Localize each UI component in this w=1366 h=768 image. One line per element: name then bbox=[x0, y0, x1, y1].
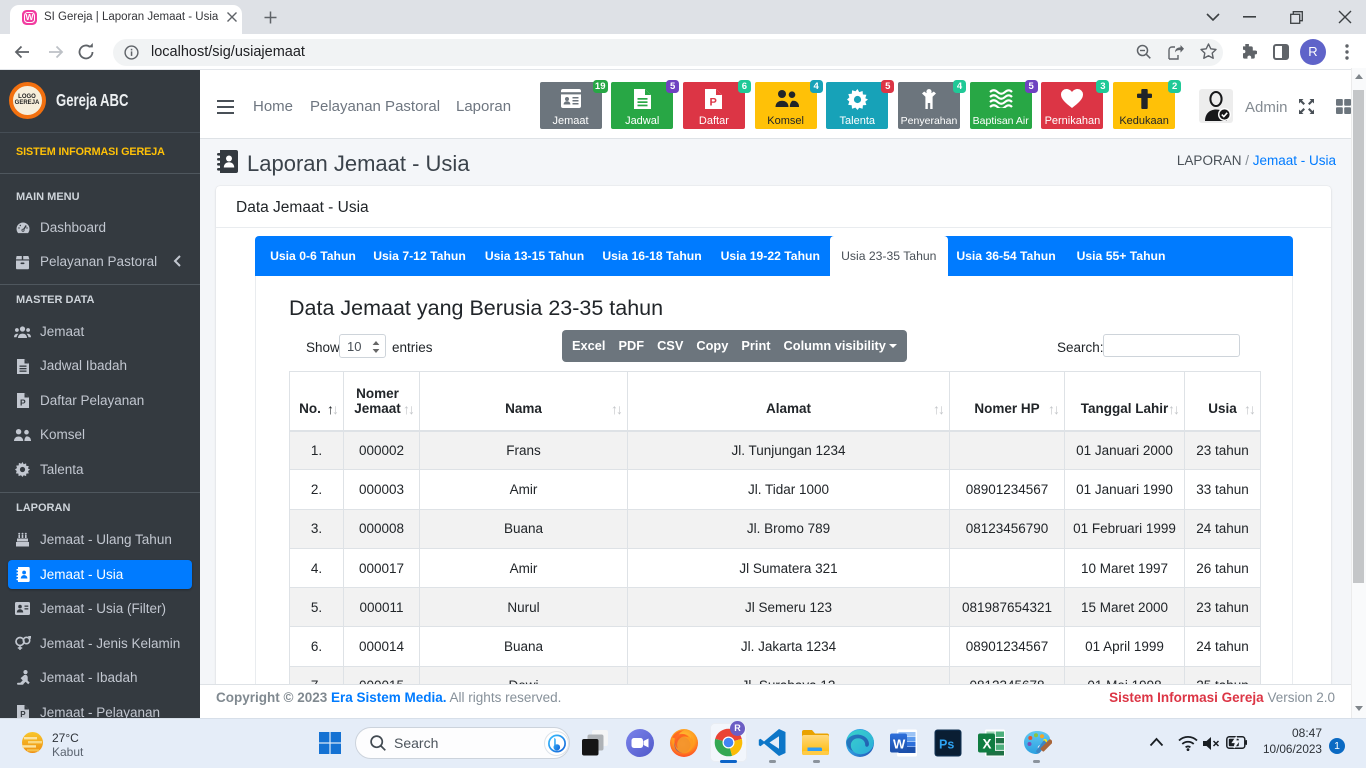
svg-text:X: X bbox=[983, 737, 992, 752]
svg-text:Ps: Ps bbox=[939, 738, 954, 752]
svg-text:W: W bbox=[893, 737, 906, 752]
svg-text:P: P bbox=[20, 398, 26, 408]
svg-text:P: P bbox=[710, 97, 717, 109]
